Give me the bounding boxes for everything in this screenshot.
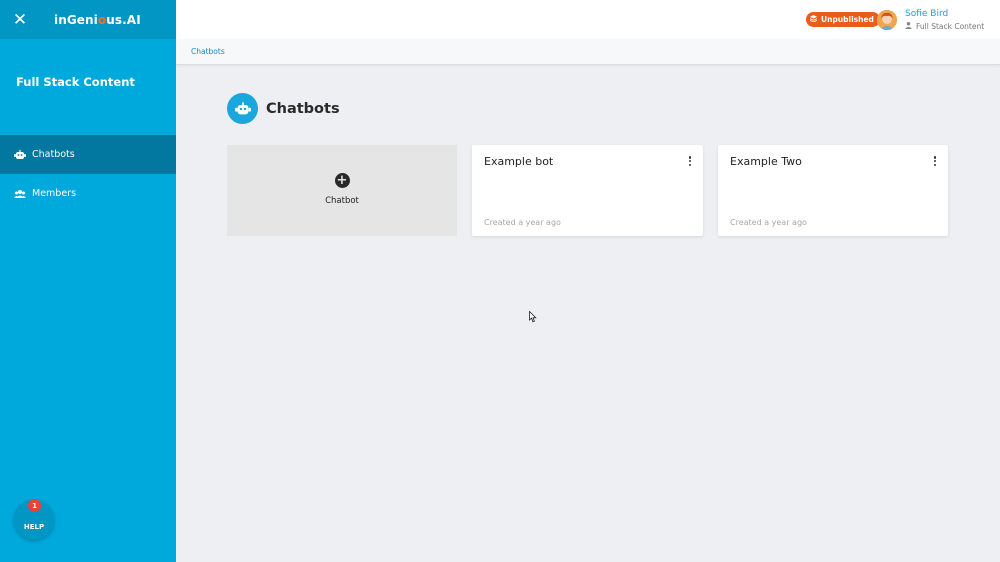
sidebar-item-members[interactable]: Members xyxy=(0,174,176,213)
sidebar-item-label: Chatbots xyxy=(32,149,75,160)
user-role: Full Stack Content xyxy=(905,22,984,31)
user-role-label: Full Stack Content xyxy=(916,22,985,31)
chatbot-name: Example bot xyxy=(484,155,554,168)
notification-badge: 1 xyxy=(28,499,41,512)
close-sidebar-button[interactable]: ✕ xyxy=(0,0,40,39)
sidebar: ✕ inGenious.AI Full Stack Content Chatbo… xyxy=(0,0,176,562)
help-button[interactable]: 1 HELP xyxy=(14,499,54,540)
more-options-icon[interactable] xyxy=(687,155,693,167)
logo-mark: o xyxy=(97,12,107,27)
chatbot-card[interactable]: Example bot Created a year ago xyxy=(472,145,703,236)
top-bar: Unpublished Sofie Bird Full Stack Conten… xyxy=(176,0,1000,39)
person-icon xyxy=(905,22,912,31)
app-logo[interactable]: inGenious.AI xyxy=(54,13,141,27)
close-icon: ✕ xyxy=(12,9,28,30)
logo-text-suffix: us.AI xyxy=(106,12,141,27)
workspace-name: Full Stack Content xyxy=(16,75,135,89)
help-label: HELP xyxy=(23,523,45,531)
sidebar-header: ✕ inGenious.AI xyxy=(0,0,176,39)
breadcrumb-item-chatbots[interactable]: Chatbots xyxy=(191,47,225,56)
sidebar-item-chatbots[interactable]: Chatbots xyxy=(0,135,176,174)
status-badge[interactable]: Unpublished xyxy=(806,12,880,27)
people-icon xyxy=(14,189,26,199)
layers-icon xyxy=(809,15,818,24)
status-label: Unpublished xyxy=(821,15,874,24)
robot-icon xyxy=(14,149,26,160)
more-options-icon[interactable] xyxy=(932,155,938,167)
chatbot-name: Example Two xyxy=(730,155,802,168)
page-title: Chatbots xyxy=(266,100,340,117)
breadcrumb: Chatbots xyxy=(176,39,1000,65)
mouse-cursor-icon xyxy=(529,308,537,327)
add-chatbot-button[interactable]: + Chatbot xyxy=(227,145,457,236)
chatbot-card[interactable]: Example Two Created a year ago xyxy=(718,145,948,236)
sidebar-item-label: Members xyxy=(32,188,77,199)
page-header: Chatbots xyxy=(227,93,340,124)
chatbot-created: Created a year ago xyxy=(730,218,807,227)
avatar[interactable] xyxy=(877,10,897,30)
plus-circle-icon: + xyxy=(334,173,350,188)
robot-icon xyxy=(227,93,258,124)
user-name[interactable]: Sofie Bird xyxy=(905,9,948,19)
chatbot-created: Created a year ago xyxy=(484,218,561,227)
logo-text: inGeni xyxy=(54,12,98,27)
add-chatbot-label: Chatbot xyxy=(325,196,359,206)
